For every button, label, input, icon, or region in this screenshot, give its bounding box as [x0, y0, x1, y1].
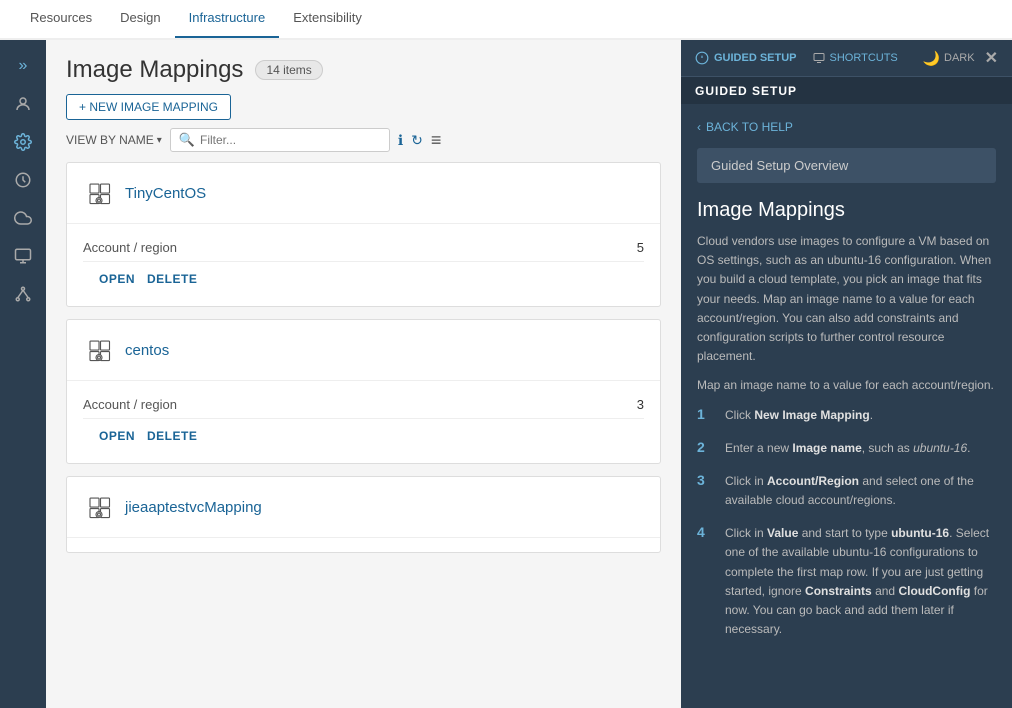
- refresh-icon[interactable]: ↻: [411, 132, 423, 149]
- card-title[interactable]: centos: [125, 342, 169, 359]
- delete-button[interactable]: DELETE: [147, 429, 197, 443]
- guided-setup-title: GUIDED SETUP: [695, 84, 797, 98]
- delete-button[interactable]: DELETE: [147, 272, 197, 286]
- info-icon[interactable]: ℹ: [398, 132, 403, 149]
- back-to-help-link[interactable]: ‹ BACK TO HELP: [697, 120, 996, 134]
- card-icon: [83, 334, 115, 366]
- card-tinycentos: TinyCentOS Account / region 5 OPEN DELET…: [66, 162, 661, 307]
- users-icon[interactable]: [5, 86, 41, 122]
- guided-setup-content: ‹ BACK TO HELP Guided Setup Overview Ima…: [681, 104, 1012, 708]
- close-button[interactable]: ✕: [985, 48, 998, 68]
- settings-icon[interactable]: [5, 124, 41, 160]
- shortcuts-tab[interactable]: SHORTCUTS: [813, 52, 898, 64]
- open-button[interactable]: OPEN: [99, 429, 135, 443]
- network-icon[interactable]: [5, 276, 41, 312]
- nav-item-resources[interactable]: Resources: [16, 0, 106, 38]
- card-title[interactable]: TinyCentOS: [125, 185, 206, 202]
- guided-steps: 1 Click New Image Mapping. 2 Enter a new…: [697, 406, 996, 640]
- search-icon: 🔍: [179, 132, 195, 148]
- cloud-icon[interactable]: [5, 200, 41, 236]
- card-jieaapmapping: jieaaptestvcMapping: [66, 476, 661, 553]
- card-icon: [83, 491, 115, 523]
- open-button[interactable]: OPEN: [99, 272, 135, 286]
- page-title: Image Mappings: [66, 56, 243, 84]
- guided-setup-panel: GUIDED SETUP SHORTCUTS 🌙 DARK ✕ GUID: [681, 40, 1012, 708]
- search-input[interactable]: [200, 133, 381, 147]
- step-4: 4 Click in Value and start to type ubunt…: [697, 524, 996, 639]
- guided-setup-topbar: GUIDED SETUP SHORTCUTS 🌙 DARK ✕: [681, 40, 1012, 77]
- guided-section-title: Image Mappings: [697, 199, 996, 222]
- toolbar: VIEW BY NAME ▾ 🔍 ℹ ↻ ≡: [46, 128, 681, 162]
- card-title[interactable]: jieaaptestvcMapping: [125, 499, 262, 516]
- dark-mode-toggle[interactable]: 🌙 DARK: [923, 50, 975, 67]
- nav-item-infrastructure[interactable]: Infrastructure: [175, 0, 280, 38]
- monitor-icon[interactable]: [5, 238, 41, 274]
- sidebar: »: [0, 40, 46, 708]
- step-3: 3 Click in Account/Region and select one…: [697, 472, 996, 510]
- account-region-value: 3: [637, 397, 644, 412]
- guided-setup-tab[interactable]: GUIDED SETUP: [695, 51, 797, 65]
- guided-overview-button[interactable]: Guided Setup Overview: [697, 148, 996, 183]
- card-centos: centos Account / region 3 OPEN DELETE: [66, 319, 661, 464]
- item-count-badge: 14 items: [255, 60, 322, 80]
- nav-item-design[interactable]: Design: [106, 0, 174, 38]
- page-header: Image Mappings 14 items + NEW IMAGE MAPP…: [46, 40, 681, 128]
- step-2: 2 Enter a new Image name, such as ubuntu…: [697, 439, 996, 458]
- nav-item-extensibility[interactable]: Extensibility: [279, 0, 376, 38]
- guided-description-1: Cloud vendors use images to configure a …: [697, 232, 996, 366]
- chevron-down-icon: ▾: [157, 135, 162, 146]
- top-nav: Resources Design Infrastructure Extensib…: [0, 0, 1012, 40]
- step-1: 1 Click New Image Mapping.: [697, 406, 996, 425]
- account-region-label: Account / region: [83, 397, 177, 412]
- search-box: 🔍: [170, 128, 390, 152]
- view-by-selector[interactable]: VIEW BY NAME ▾: [66, 133, 162, 147]
- guided-description-2: Map an image name to a value for each ac…: [697, 376, 996, 395]
- card-icon: [83, 177, 115, 209]
- history-icon[interactable]: [5, 162, 41, 198]
- cards-container: TinyCentOS Account / region 5 OPEN DELET…: [46, 162, 681, 708]
- account-region-value: 5: [637, 240, 644, 255]
- expand-icon[interactable]: »: [5, 48, 41, 84]
- list-view-icon[interactable]: ≡: [431, 130, 442, 151]
- new-image-mapping-button[interactable]: + NEW IMAGE MAPPING: [66, 94, 231, 120]
- account-region-label: Account / region: [83, 240, 177, 255]
